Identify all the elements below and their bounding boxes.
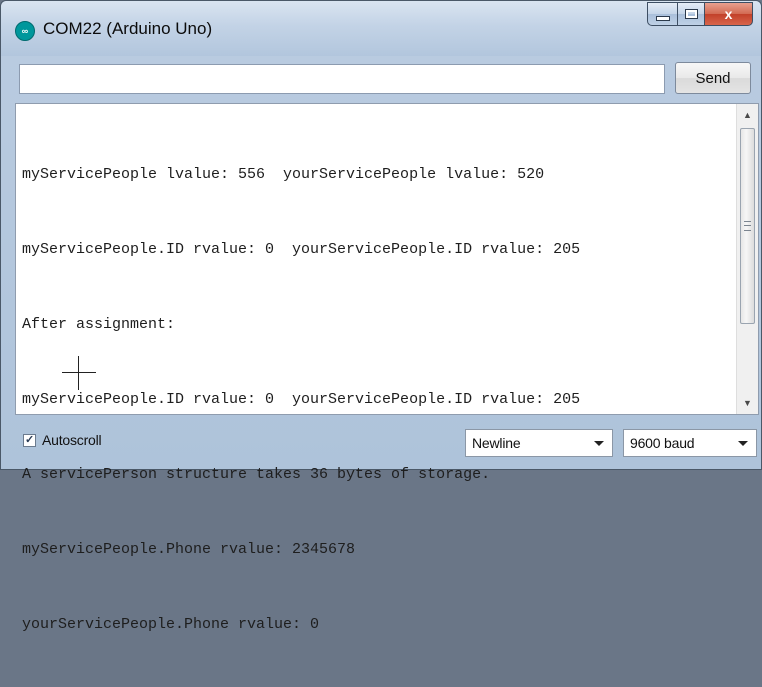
- vertical-scrollbar[interactable]: ▲ ▼: [736, 104, 758, 414]
- output-line: myServicePeople.ID rvalue: 0 yourService…: [22, 241, 581, 258]
- maximize-button[interactable]: [677, 2, 705, 26]
- output-line: myServicePeople.Phone rvalue: 2345678: [22, 541, 356, 558]
- scrollbar-thumb[interactable]: [740, 128, 755, 324]
- output-lines: myServicePeople lvalue: 556 yourServiceP…: [22, 112, 732, 687]
- serial-input[interactable]: [19, 64, 665, 94]
- output-line: yourServicePeople.Phone rvalue: 0: [22, 616, 320, 633]
- line-ending-select[interactable]: Newline: [465, 429, 613, 457]
- chevron-down-icon: [738, 441, 748, 446]
- chevron-down-icon: [594, 441, 604, 446]
- serial-output[interactable]: myServicePeople lvalue: 556 yourServiceP…: [15, 103, 759, 633]
- scroll-up-arrow-icon[interactable]: ▲: [737, 106, 758, 124]
- output-line: After assignment:: [22, 316, 176, 333]
- crosshair-cursor-icon: [62, 356, 96, 390]
- autoscroll-label: Autoscroll: [42, 432, 102, 448]
- scroll-down-arrow-icon[interactable]: ▼: [737, 394, 758, 412]
- baud-rate-select[interactable]: 9600 baud: [623, 429, 757, 457]
- autoscroll-toggle[interactable]: ✓ Autoscroll: [23, 432, 102, 448]
- minimize-icon: [655, 15, 670, 21]
- baud-rate-value: 9600 baud: [630, 435, 695, 451]
- minimize-button[interactable]: [647, 2, 677, 26]
- close-button[interactable]: x: [705, 2, 753, 26]
- serial-monitor-window: ∞ COM22 (Arduino Uno) x Send myServicePe…: [0, 0, 762, 633]
- output-line: myServicePeople.ID rvalue: 0 yourService…: [22, 391, 581, 408]
- title-bar[interactable]: ∞ COM22 (Arduino Uno) x: [1, 1, 761, 56]
- close-icon: x: [724, 6, 733, 22]
- autoscroll-checkbox[interactable]: ✓: [23, 433, 36, 447]
- arduino-logo-icon: ∞: [15, 21, 35, 41]
- bottom-bar: ✓ Autoscroll Newline 9600 baud: [1, 419, 761, 469]
- output-line: myServicePeople lvalue: 556 yourServiceP…: [22, 166, 545, 183]
- maximize-icon: [684, 9, 698, 19]
- line-ending-value: Newline: [472, 435, 521, 451]
- send-button[interactable]: Send: [675, 62, 751, 94]
- window-title: COM22 (Arduino Uno): [43, 19, 213, 38]
- window-controls: x: [647, 2, 753, 28]
- grip-icon: [744, 221, 751, 231]
